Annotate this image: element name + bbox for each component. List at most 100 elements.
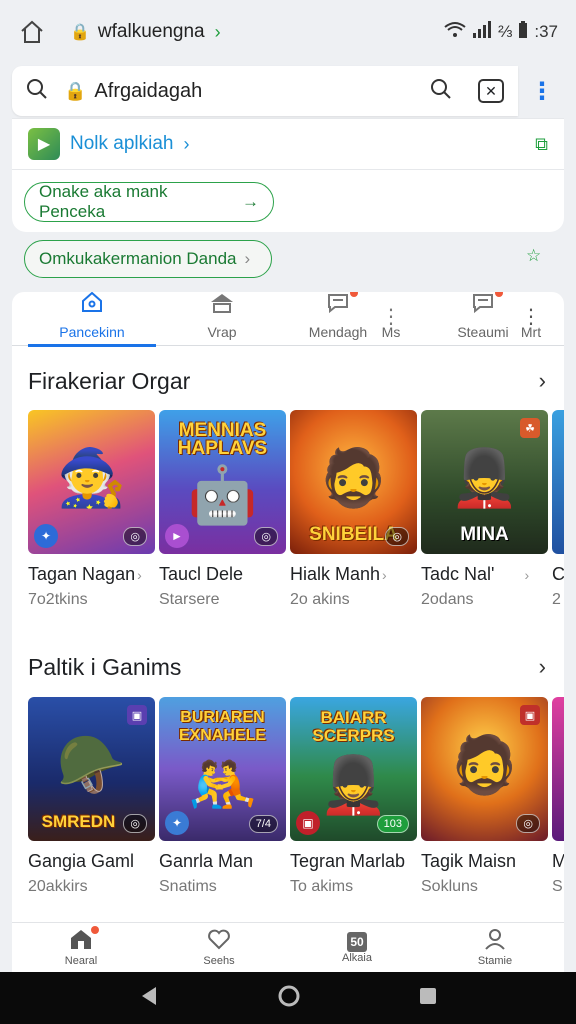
chevron-right-icon: ›: [524, 567, 530, 583]
recents-icon[interactable]: [419, 987, 437, 1010]
suggestion-chip[interactable]: Onake aka mank Penceka →: [24, 182, 274, 222]
game-thumbnail[interactable]: 🧔 SNIBEILA ◎: [290, 410, 417, 554]
tab-more[interactable]: ⋮ Ms: [376, 292, 406, 346]
age-rating-icon: ◎: [516, 814, 540, 833]
game-name: Taucl Dele: [159, 564, 286, 585]
game-art-text: MINA: [460, 524, 509, 545]
bookmark-row[interactable]: ▶ Nolk aplkiah › ⧉: [12, 118, 564, 170]
game-corner-icon: ▣: [127, 705, 147, 725]
rating-pill: 103: [376, 815, 409, 833]
game-name-text: Gangia Gaml: [28, 851, 135, 871]
lock-icon: 🔒: [64, 80, 87, 101]
site-favicon-icon: ▶: [28, 128, 60, 160]
fighter-character-image: 🤼: [187, 753, 258, 817]
address-text[interactable]: Afrgaidagah: [94, 80, 202, 103]
bottom-nav-profile[interactable]: Stamie: [426, 923, 564, 972]
tab-more[interactable]: ⋮ Mrt: [516, 292, 546, 346]
status-url[interactable]: 🔒 wfalkuengna ›: [70, 21, 221, 43]
game-thumbnail[interactable]: ▣ 🪖 SMREDN ◎: [28, 697, 155, 841]
tab-messages[interactable]: Mendagh: [304, 292, 372, 346]
upload-icon: [209, 292, 235, 320]
system-nav-bar: [0, 972, 576, 1024]
chevron-right-icon: ›: [137, 567, 142, 583]
game-thumbnail[interactable]: [552, 410, 564, 554]
more-icon: ⋮: [521, 306, 541, 328]
game-thumbnail[interactable]: ☘ 💂 MINA: [421, 410, 548, 554]
game-card[interactable]: M S: [552, 697, 564, 896]
clock: :37: [534, 22, 558, 41]
chevron-right-icon[interactable]: ›: [539, 654, 546, 680]
game-card[interactable]: C 2: [552, 410, 564, 609]
chevron-right-icon[interactable]: ›: [539, 368, 546, 394]
game-thumbnail[interactable]: BAIARR SCERPRS 💂 ▣ 103: [290, 697, 417, 841]
tab-upload[interactable]: Vrap: [182, 292, 262, 346]
game-subtitle: 2: [552, 591, 561, 608]
game-thumbnail[interactable]: ▣ 🧔 ◎: [421, 697, 548, 841]
game-thumbnail[interactable]: MENNIAS HAPLAVS 🤖 ► ◎: [159, 410, 286, 554]
bottom-nav-apps[interactable]: 50 Alkaia: [288, 923, 426, 972]
search-icon[interactable]: [430, 78, 452, 105]
notification-dot: [91, 926, 99, 934]
game-subtitle: 2o akins: [290, 591, 350, 608]
lock-icon: 🔒: [70, 24, 90, 41]
bottom-nav: Nearal Seehs 50 Alkaia Stamie: [12, 922, 564, 972]
game-card[interactable]: ☘ 💂 MINA Tadc Nal' › 2odans: [421, 410, 548, 609]
suggestion-chip[interactable]: Omkukakermanion Danda ›: [24, 240, 272, 278]
bottom-nav-label: Alkaia: [342, 951, 372, 964]
game-art-text: BAIARR SCERPRS: [312, 708, 395, 745]
tab-label: Vrap: [207, 324, 237, 340]
tab-label: Mendagh: [308, 324, 368, 340]
game-card[interactable]: 🧔 SNIBEILA ◎ Hialk Manh › 2o akins: [290, 410, 417, 609]
tab-chat[interactable]: Steaumi: [448, 292, 518, 346]
game-thumbnail[interactable]: [552, 697, 564, 841]
game-card[interactable]: BAIARR SCERPRS 💂 ▣ 103 Tegran Marlab To …: [290, 697, 417, 896]
bottom-nav-label: Seehs: [203, 955, 235, 967]
rating-pill: 7/4: [248, 815, 278, 833]
bottom-nav-label: Stamie: [477, 955, 513, 967]
chevron-right-icon: ›: [382, 567, 387, 583]
bottom-nav-home[interactable]: Nearal: [12, 923, 150, 972]
overflow-menu-icon[interactable]: ⋮: [520, 66, 564, 116]
game-name-text: Taucl Dele: [159, 564, 244, 584]
bottom-nav-favorites[interactable]: Seehs: [150, 923, 288, 972]
game-name-text: Tagan Nagan: [28, 564, 136, 584]
suggestion-chip-label: Onake aka mank Penceka: [39, 182, 168, 221]
game-name: Ganrla Man: [159, 851, 286, 872]
share-icon[interactable]: ⧉: [535, 134, 548, 155]
game-thumbnail[interactable]: BURIAREN EXNAHELE 🤼 ✦ 7/4: [159, 697, 286, 841]
wifi-icon: [444, 21, 466, 44]
game-card[interactable]: BURIAREN EXNAHELE 🤼 ✦ 7/4 Ganrla Man Sna…: [159, 697, 286, 896]
home-icon[interactable]: [18, 18, 46, 46]
game-card[interactable]: 🧙 ✦ ◎ Tagan Nagan › 7o2tkins: [28, 410, 155, 609]
game-card[interactable]: MENNIAS HAPLAVS 🤖 ► ◎ Taucl Dele Starser…: [159, 410, 286, 609]
search-icon[interactable]: [26, 78, 48, 105]
tab-home[interactable]: Pancekinn: [28, 292, 156, 347]
address-bar[interactable]: 🔒 Afrgaidagah ✕: [12, 66, 518, 116]
status-bar: 🔒 wfalkuengna › ⅔ :37: [0, 0, 576, 64]
game-name-text: C: [552, 564, 564, 584]
game-subtitle: 7o2tkins: [28, 591, 88, 608]
home-circle-icon[interactable]: [277, 984, 301, 1013]
app-badge-icon: ▣: [296, 811, 320, 835]
battery-text: ⅔: [498, 22, 513, 41]
chevron-right-icon: ›: [214, 21, 221, 42]
age-rating-icon: ◎: [123, 814, 147, 833]
chat-icon: [326, 292, 358, 320]
grid-icon: 50: [347, 931, 367, 952]
chat-icon: [471, 292, 503, 320]
warrior-character-image: 🧔: [318, 446, 389, 510]
heart-icon: [207, 928, 231, 955]
age-rating-icon: ◎: [123, 527, 147, 546]
game-card[interactable]: ▣ 🪖 SMREDN ◎ Gangia Gaml 20akkirs: [28, 697, 155, 896]
game-card[interactable]: ▣ 🧔 ◎ Tagik Maisn Sokluns: [421, 697, 548, 896]
star-icon[interactable]: ☆: [526, 246, 541, 266]
robot-character-image: 🤖: [187, 463, 258, 527]
tab-switcher-icon[interactable]: ✕: [478, 79, 504, 103]
game-subtitle: 20akkirs: [28, 878, 88, 895]
person-icon: [483, 928, 507, 955]
game-subtitle: Sokluns: [421, 878, 478, 895]
game-thumbnail[interactable]: 🧙 ✦ ◎: [28, 410, 155, 554]
back-icon[interactable]: [139, 985, 159, 1012]
game-subtitle: To akims: [290, 878, 354, 895]
bookmark-label[interactable]: Nolk aplkiah: [70, 133, 174, 155]
